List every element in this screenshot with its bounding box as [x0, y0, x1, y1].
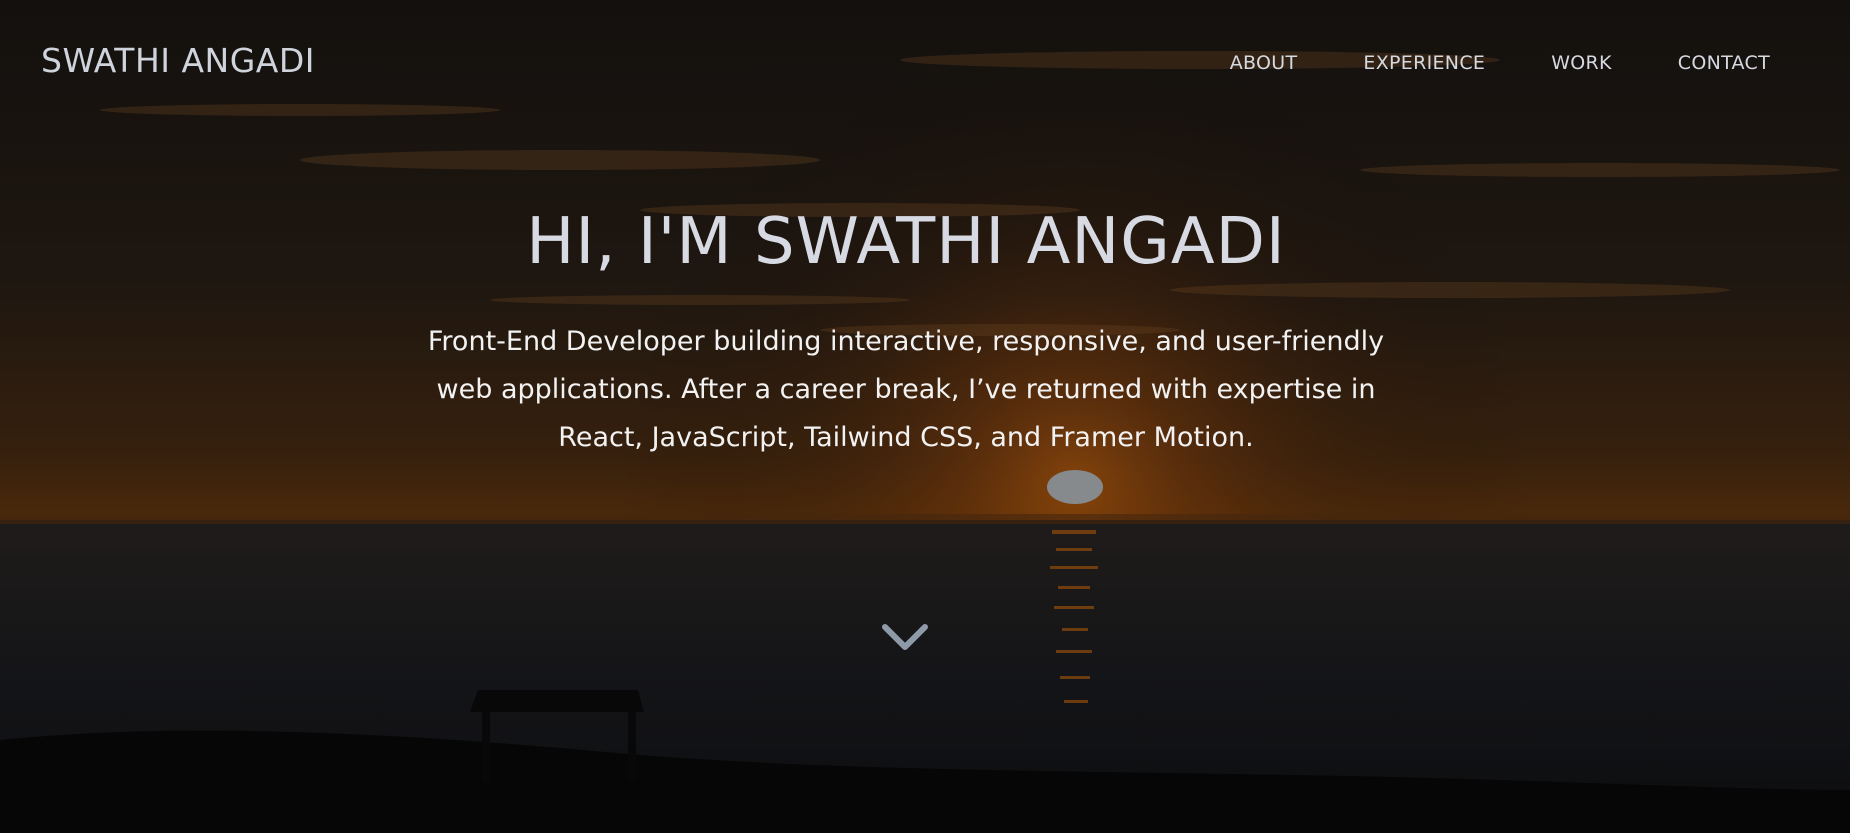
nav-link-work[interactable]: WORK — [1551, 50, 1612, 76]
site-header: SWATHI ANGADI ABOUT EXPERIENCE WORK CONT… — [0, 0, 1850, 126]
nav-link-experience[interactable]: EXPERIENCE — [1363, 50, 1485, 76]
nav-link-about[interactable]: ABOUT — [1230, 50, 1298, 76]
hero-content: HI, I'M SWATHI ANGADI Front-End Develope… — [0, 200, 1812, 462]
nav-link-contact[interactable]: CONTACT — [1678, 50, 1770, 76]
hero-title: HI, I'M SWATHI ANGADI — [526, 205, 1286, 279]
site-logo[interactable]: SWATHI ANGADI — [41, 41, 315, 81]
main-nav: ABOUT EXPERIENCE WORK CONTACT — [1230, 50, 1770, 76]
hero-section: SWATHI ANGADI ABOUT EXPERIENCE WORK CONT… — [0, 0, 1850, 833]
hero-description: Front-End Developer building interactive… — [427, 326, 1385, 453]
chevron-down-icon[interactable] — [880, 620, 930, 654]
